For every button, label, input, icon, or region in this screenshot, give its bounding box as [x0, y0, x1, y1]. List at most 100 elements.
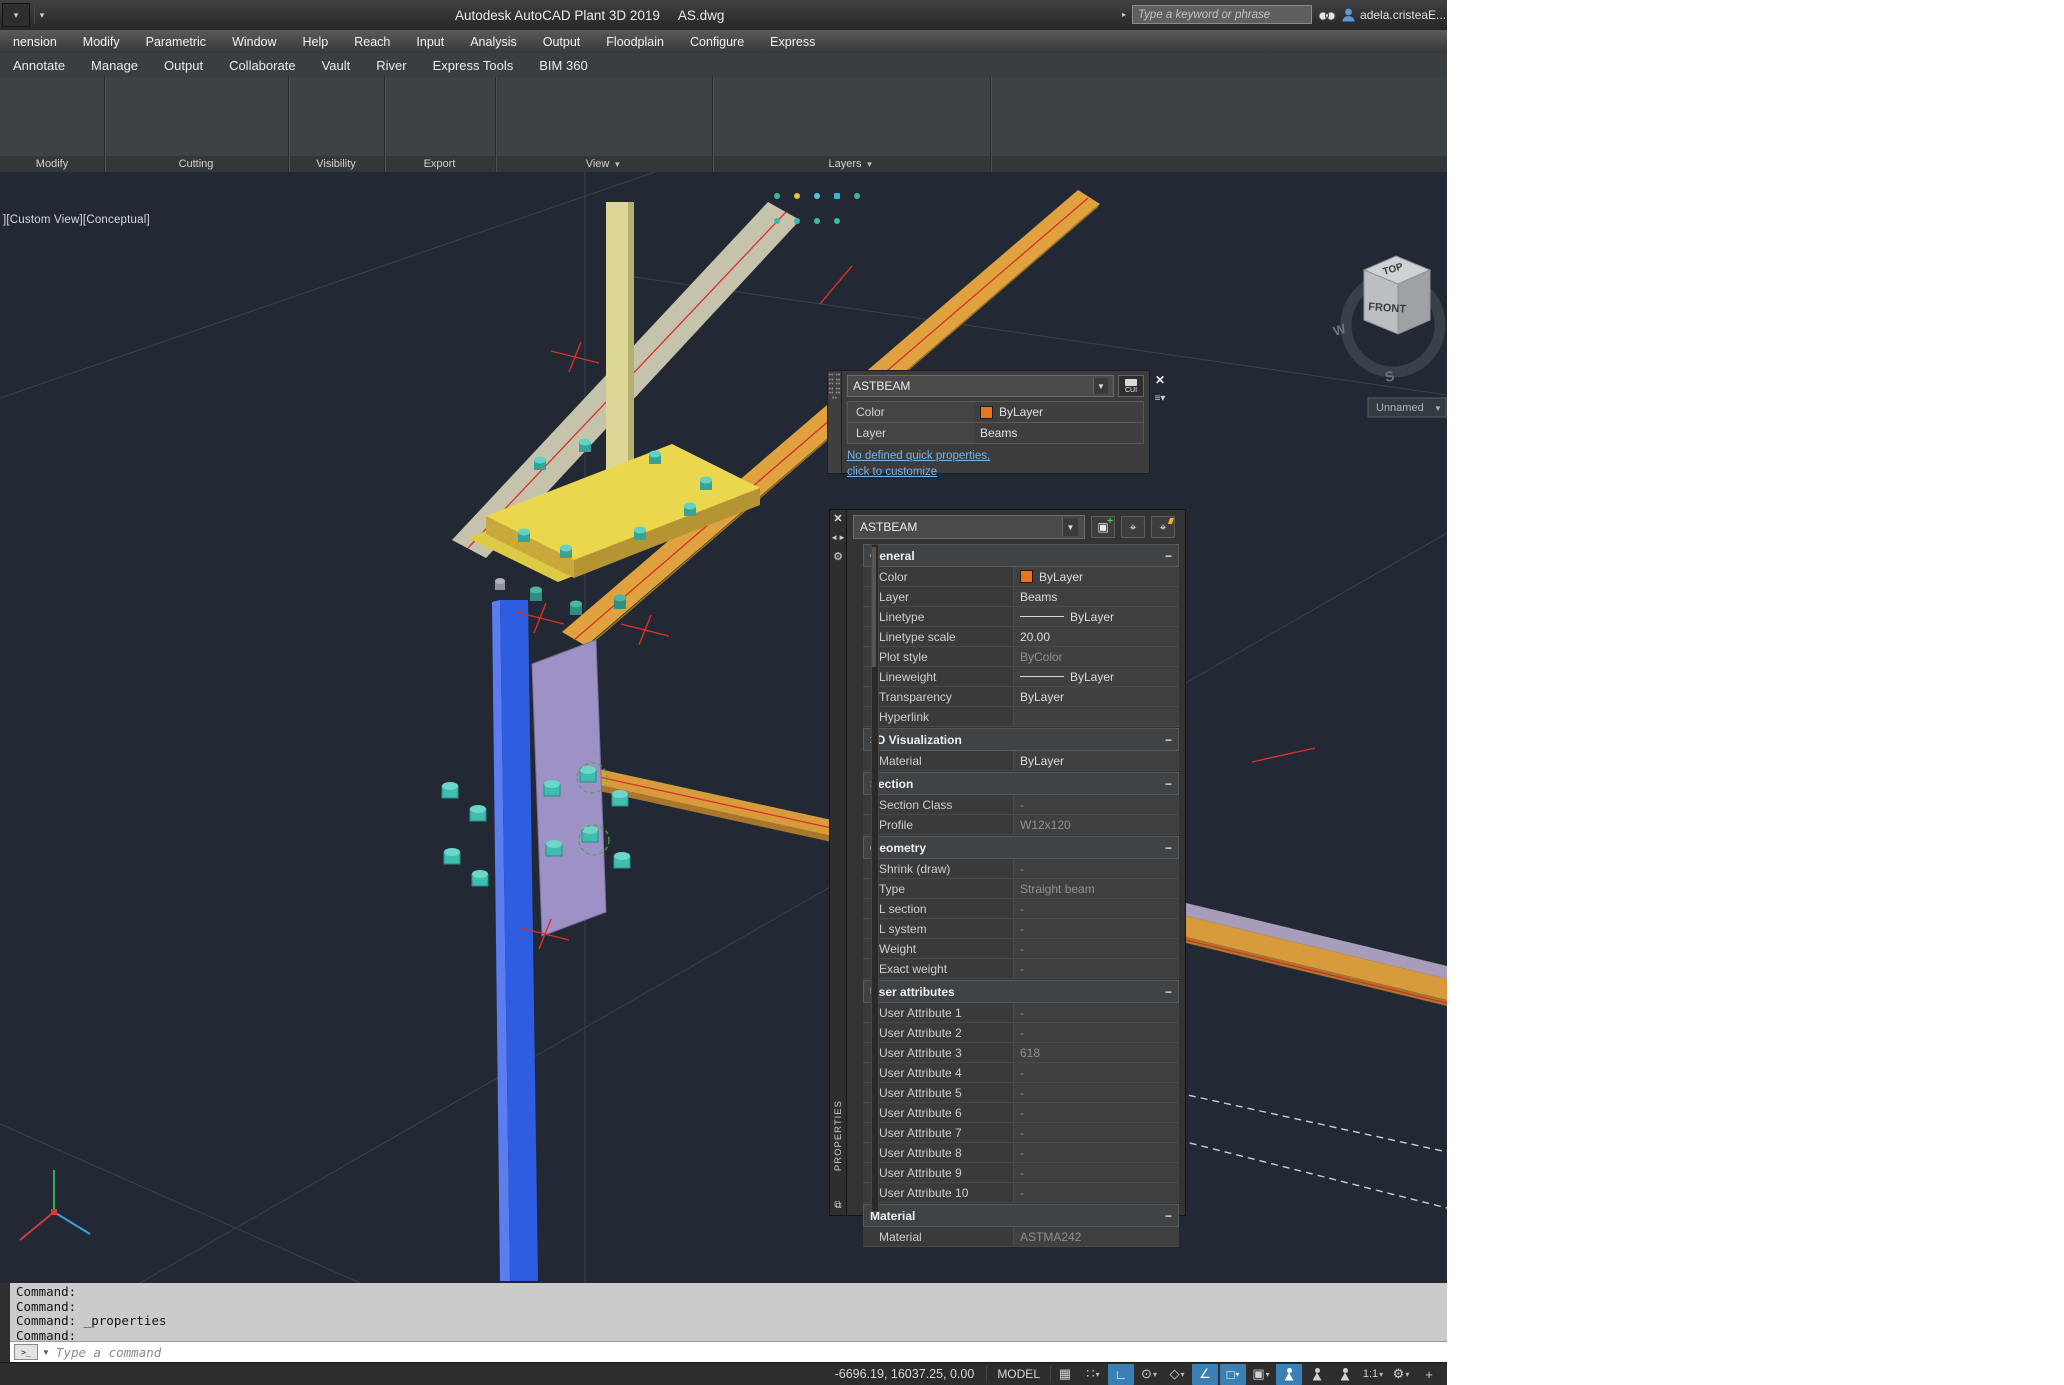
- object-snap[interactable]: □▾: [1220, 1364, 1246, 1385]
- collapse-icon[interactable]: −: [1165, 841, 1172, 855]
- menu-item[interactable]: Configure: [677, 35, 757, 49]
- property-value[interactable]: -: [1014, 1003, 1179, 1022]
- menu-item[interactable]: Output: [530, 35, 594, 49]
- crosshair-plus[interactable]: +: [1416, 1364, 1442, 1385]
- annotation-autoscale[interactable]: [1304, 1364, 1330, 1385]
- ribbon-tab[interactable]: Express Tools: [420, 58, 527, 73]
- qp-object-type-dropdown[interactable]: ASTBEAM ▼: [847, 375, 1114, 397]
- property-value[interactable]: -: [1014, 1163, 1179, 1182]
- qp-value[interactable]: Beams: [974, 423, 1143, 443]
- ribbon-tab[interactable]: BIM 360: [526, 58, 600, 73]
- section-header[interactable]: Section−: [863, 772, 1179, 795]
- menu-item[interactable]: Help: [290, 35, 342, 49]
- property-value[interactable]: -: [1014, 1063, 1179, 1082]
- isometric-drafting[interactable]: ◇▾: [1164, 1364, 1190, 1385]
- properties-dock-icon[interactable]: ⧉: [834, 1200, 841, 1211]
- menu-item[interactable]: Analysis: [457, 35, 530, 49]
- property-value[interactable]: -: [1014, 919, 1179, 938]
- property-value[interactable]: -: [1014, 1183, 1179, 1202]
- collapse-icon[interactable]: −: [1165, 549, 1172, 563]
- snap-mode[interactable]: ∷▾: [1080, 1364, 1106, 1385]
- collapse-icon[interactable]: −: [1165, 1209, 1172, 1223]
- properties-gear-icon[interactable]: ⚙: [833, 550, 843, 563]
- object-snap-3d[interactable]: ▣▾: [1248, 1364, 1274, 1385]
- property-value[interactable]: ByLayer: [1014, 607, 1179, 626]
- property-value[interactable]: -: [1014, 959, 1179, 978]
- angle-override[interactable]: ∠: [1192, 1364, 1218, 1385]
- viewcube[interactable]: TOP FRONT W S: [1331, 256, 1440, 385]
- property-value[interactable]: -: [1014, 1023, 1179, 1042]
- annotation-visibility[interactable]: [1276, 1364, 1302, 1385]
- ribbon-tab[interactable]: Vault: [309, 58, 364, 73]
- section-header[interactable]: Geometry−: [863, 836, 1179, 859]
- toggle-pickadd-button[interactable]: ▣+: [1091, 516, 1115, 538]
- section-header[interactable]: User attributes−: [863, 980, 1179, 1003]
- scale-1-1[interactable]: 1:1▾: [1360, 1364, 1386, 1385]
- ortho-mode[interactable]: ∟: [1108, 1364, 1134, 1385]
- quick-properties-grip[interactable]: •• •• •• •• •• •• •• •• •• •• ••: [827, 370, 842, 474]
- property-value[interactable]: -: [1014, 859, 1179, 878]
- polar-tracking[interactable]: ⊙▾: [1136, 1364, 1162, 1385]
- collapse-icon[interactable]: −: [1165, 777, 1172, 791]
- property-value[interactable]: -: [1014, 1123, 1179, 1142]
- collapse-icon[interactable]: −: [1165, 733, 1172, 747]
- ribbon-tab[interactable]: Collaborate: [216, 58, 309, 73]
- qp-close-icon[interactable]: ✕: [1155, 373, 1165, 387]
- properties-autohide-icon[interactable]: ◄►: [830, 533, 846, 542]
- steel-column-cream[interactable]: [606, 202, 628, 470]
- ribbon-tab[interactable]: Output: [151, 58, 216, 73]
- property-value[interactable]: ASTMA242: [1014, 1227, 1179, 1246]
- annotation-scale[interactable]: [1332, 1364, 1358, 1385]
- panel-label-modify[interactable]: Modify: [0, 156, 104, 172]
- property-value[interactable]: -: [1014, 1143, 1179, 1162]
- command-history[interactable]: Command:Command:Command: _propertiesComm…: [10, 1283, 1447, 1341]
- menu-item[interactable]: Parametric: [133, 35, 219, 49]
- collapse-icon[interactable]: −: [1165, 985, 1172, 999]
- property-value[interactable]: ByLayer: [1014, 751, 1179, 770]
- object-type-dropdown[interactable]: ASTBEAM ▼: [853, 515, 1085, 539]
- grid-display[interactable]: ▦: [1052, 1364, 1078, 1385]
- model-space-button[interactable]: MODEL: [987, 1366, 1051, 1383]
- menu-item[interactable]: Input: [403, 35, 457, 49]
- customization[interactable]: ⚙▾: [1388, 1364, 1414, 1385]
- property-value[interactable]: -: [1014, 939, 1179, 958]
- named-view-selector[interactable]: Unnamed ▼: [1368, 398, 1446, 417]
- command-recent-dropdown-icon[interactable]: ▼: [42, 1348, 50, 1357]
- viewport-controls-label[interactable]: ][Custom View][Conceptual]: [3, 214, 150, 226]
- properties-scrollbar[interactable]: [871, 544, 879, 1212]
- property-value[interactable]: [1014, 707, 1179, 726]
- section-header[interactable]: Material−: [863, 1204, 1179, 1227]
- quick-select-button[interactable]: ⌖: [1151, 516, 1175, 538]
- qp-value[interactable]: ByLayer: [974, 402, 1143, 422]
- menu-item[interactable]: Reach: [341, 35, 403, 49]
- section-header[interactable]: General−: [863, 544, 1179, 567]
- properties-close-icon[interactable]: ✕: [833, 512, 842, 525]
- property-value[interactable]: ByLayer: [1014, 567, 1179, 586]
- property-value[interactable]: Beams: [1014, 587, 1179, 606]
- search-expand-icon[interactable]: ▸: [1122, 10, 1126, 19]
- quick-access-overflow[interactable]: ▾: [34, 6, 49, 24]
- property-value[interactable]: -: [1014, 795, 1179, 814]
- ribbon-tab[interactable]: Manage: [78, 58, 151, 73]
- panel-label-export[interactable]: Export: [384, 156, 495, 172]
- qp-cui-button[interactable]: CUI: [1118, 375, 1144, 397]
- qp-options-icon[interactable]: ≡▾: [1155, 393, 1166, 404]
- menu-item[interactable]: Express: [757, 35, 828, 49]
- property-value[interactable]: ByLayer: [1014, 667, 1179, 686]
- property-value[interactable]: W12x120: [1014, 815, 1179, 834]
- section-header[interactable]: 3D Visualization−: [863, 728, 1179, 751]
- connection-plate-purple[interactable]: [532, 640, 606, 936]
- select-objects-button[interactable]: ⌖: [1121, 516, 1145, 538]
- property-value[interactable]: 20.00: [1014, 627, 1179, 646]
- search-binoculars-icon[interactable]: [1318, 8, 1336, 22]
- qp-customize-link[interactable]: No defined quick properties, click to cu…: [847, 449, 1144, 480]
- panel-label-cutting[interactable]: Cutting: [104, 156, 288, 172]
- property-value[interactable]: -: [1014, 1103, 1179, 1122]
- property-value[interactable]: ByLayer: [1014, 687, 1179, 706]
- property-value[interactable]: 618: [1014, 1043, 1179, 1062]
- panel-label-layers[interactable]: Layers▼: [712, 156, 990, 172]
- panel-label-visibility[interactable]: Visibility: [288, 156, 384, 172]
- property-value[interactable]: -: [1014, 899, 1179, 918]
- command-input[interactable]: [54, 1344, 1447, 1361]
- panel-label-view[interactable]: View▼: [495, 156, 712, 172]
